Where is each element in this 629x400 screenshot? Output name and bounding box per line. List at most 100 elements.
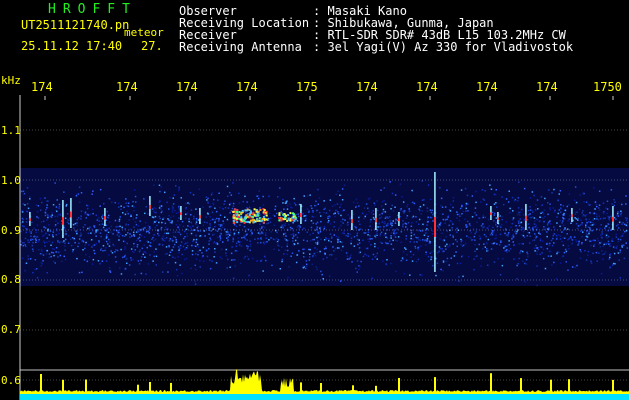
noise-dot <box>372 210 374 212</box>
noise-dot <box>135 217 138 219</box>
noise-dot <box>536 284 538 287</box>
noise-dot <box>139 249 141 251</box>
noise-dot <box>612 262 615 265</box>
noise-dot <box>381 242 383 244</box>
noise-dot <box>224 216 226 218</box>
noise-dot <box>72 223 75 226</box>
noise-dot <box>202 255 204 257</box>
noise-dot <box>465 224 467 226</box>
noise-dot <box>58 207 60 210</box>
echo-core <box>490 212 492 216</box>
noise-dot <box>570 236 572 238</box>
noise-dot <box>482 198 485 200</box>
noise-dot <box>144 227 146 229</box>
noise-dot <box>506 251 508 253</box>
noise-dot <box>225 252 227 254</box>
noise-dot <box>76 193 78 195</box>
noise-dot <box>144 212 146 215</box>
noise-dot <box>218 192 220 194</box>
noise-dot <box>549 242 551 245</box>
noise-dot <box>549 208 551 211</box>
noise-dot <box>621 203 623 206</box>
noise-dot <box>316 221 319 224</box>
noise-dot <box>359 265 361 268</box>
noise-dot <box>585 226 587 228</box>
noise-dot <box>483 243 485 245</box>
noise-dot <box>444 222 446 224</box>
noise-dot <box>358 252 360 254</box>
noise-dot <box>155 264 157 266</box>
noise-dot <box>243 257 245 259</box>
noise-dot <box>381 221 384 223</box>
noise-dot <box>203 230 205 232</box>
noise-dot <box>218 228 220 230</box>
noise-dot <box>96 230 99 232</box>
noise-dot <box>567 245 570 247</box>
noise-dot <box>355 267 357 270</box>
noise-dot <box>238 192 240 195</box>
noise-dot <box>430 211 433 214</box>
noise-dot <box>490 248 493 250</box>
noise-dot <box>25 262 28 264</box>
noise-dot <box>52 204 55 206</box>
noise-dot <box>268 212 271 215</box>
noise-dot <box>549 223 552 225</box>
noise-dot <box>105 240 108 243</box>
noise-dot <box>41 263 43 265</box>
noise-dot <box>222 220 224 222</box>
noise-dot <box>561 231 563 233</box>
noise-dot <box>101 223 104 225</box>
noise-dot <box>510 226 512 228</box>
noise-dot <box>565 250 568 253</box>
noise-dot <box>409 274 411 276</box>
noise-dot <box>262 195 264 198</box>
noise-dot <box>593 243 596 246</box>
noise-dot <box>529 206 531 208</box>
noise-dot <box>311 207 313 210</box>
noise-dot <box>246 239 248 241</box>
noise-dot <box>589 221 592 223</box>
noise-dot <box>303 248 306 250</box>
noise-dot <box>363 217 365 220</box>
noise-dot <box>447 246 449 248</box>
noise-dot <box>533 194 535 197</box>
noise-dot <box>590 260 592 262</box>
spectrum-spike <box>490 373 492 394</box>
noise-dot <box>390 232 393 234</box>
noise-dot <box>161 271 164 273</box>
echo-cluster-dot <box>240 212 243 215</box>
noise-dot <box>487 264 489 266</box>
noise-dot <box>168 215 170 217</box>
noise-dot <box>138 236 141 239</box>
noise-dot <box>621 246 623 248</box>
spectrum-spike <box>520 378 522 394</box>
noise-dot <box>125 201 128 204</box>
noise-dot <box>478 217 481 219</box>
noise-dot <box>67 235 70 237</box>
noise-dot <box>620 212 623 214</box>
noise-dot <box>372 213 375 215</box>
noise-dot <box>373 218 376 220</box>
noise-dot <box>383 249 386 251</box>
noise-dot <box>297 213 299 215</box>
noise-dot <box>91 245 94 247</box>
noise-dot <box>518 222 520 224</box>
noise-dot <box>35 241 37 243</box>
noise-dot <box>102 245 105 247</box>
noise-dot <box>317 203 319 205</box>
noise-dot <box>323 226 326 228</box>
noise-dot <box>426 240 428 242</box>
noise-dot <box>439 238 441 240</box>
noise-dot <box>367 255 370 257</box>
noise-dot <box>204 235 206 237</box>
noise-dot <box>289 203 291 205</box>
noise-dot <box>402 250 405 253</box>
noise-dot <box>148 226 151 228</box>
noise-dot <box>237 237 240 239</box>
noise-dot <box>172 197 174 199</box>
echo-cluster-dot <box>248 209 251 212</box>
noise-dot <box>249 245 252 247</box>
noise-dot <box>484 190 486 192</box>
spectrum-spike <box>568 379 570 394</box>
noise-dot <box>107 231 110 234</box>
